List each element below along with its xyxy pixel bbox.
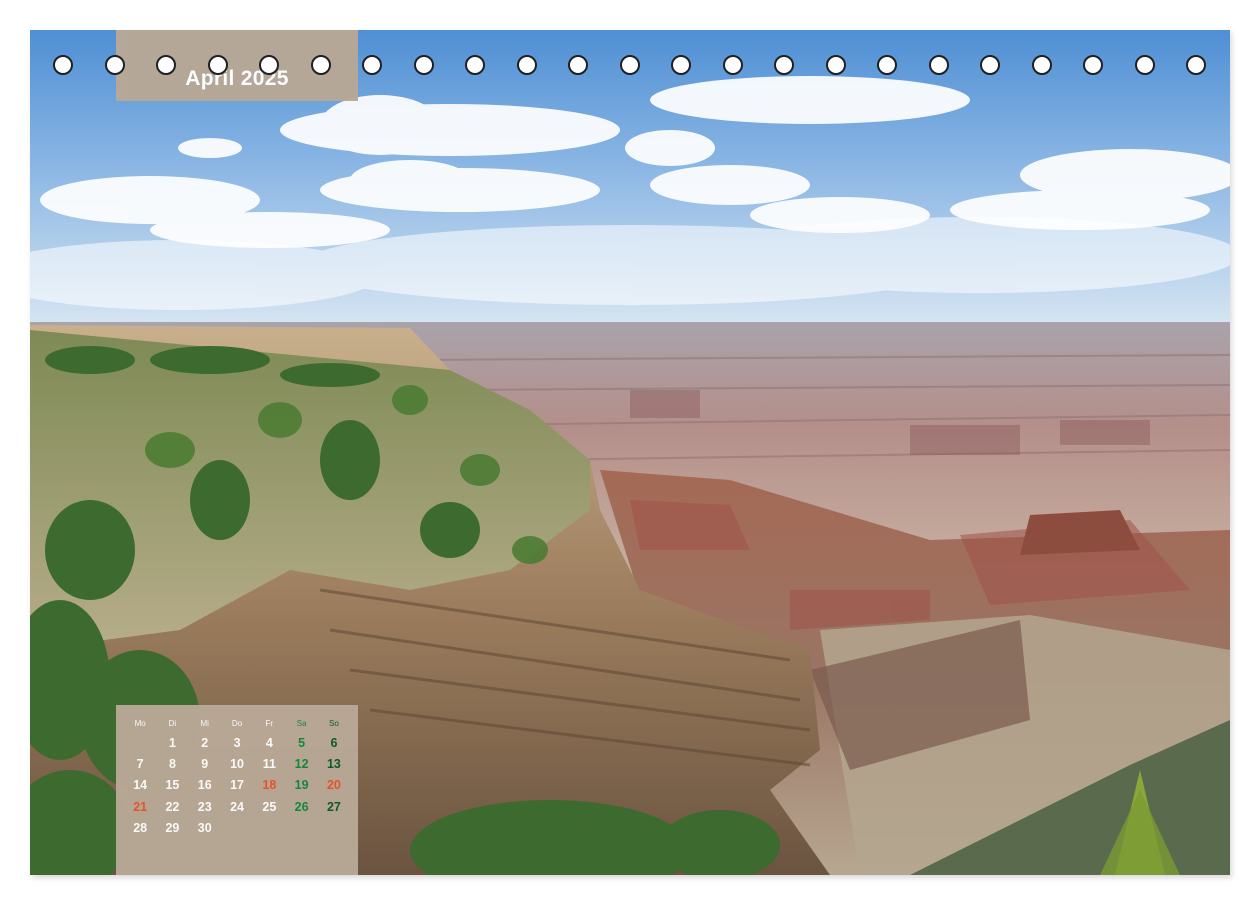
day-cell: 9: [201, 757, 209, 772]
day-cell: 11: [262, 757, 276, 772]
day-cell: 22: [165, 799, 180, 814]
day-cell: 2: [201, 736, 209, 750]
day-cell: 12: [294, 757, 309, 772]
weekday-header: Di: [168, 719, 177, 728]
day-cell: 14: [133, 778, 148, 793]
month-title-panel: April 2025: [116, 30, 358, 101]
day-cell: 1: [168, 736, 176, 750]
day-cell-empty: [124, 735, 156, 756]
month-grid-panel: Mo Di Mi Do Fr Sa So 1 2 3 4 5 6 7 8 9 10 11 12 13 14…: [116, 705, 358, 875]
weekday-header-saturday: Sa: [296, 719, 307, 728]
day-cell: 17: [230, 778, 244, 793]
day-cell: 23: [197, 799, 212, 814]
day-cell: 26: [294, 799, 309, 814]
day-cell: 7: [136, 757, 144, 772]
day-cell: 29: [165, 820, 180, 835]
weekday-header: Mi: [200, 719, 209, 728]
day-cell: 3: [233, 736, 241, 750]
day-cell: 6: [330, 736, 338, 750]
day-cell: 16: [197, 778, 212, 793]
day-cell: 24: [230, 799, 244, 814]
day-cell: 27: [326, 799, 341, 814]
weekday-header: Fr: [265, 719, 274, 728]
day-cell: 5: [298, 736, 306, 750]
day-cell: 30: [197, 820, 212, 835]
day-cell: 19: [294, 778, 309, 793]
weekday-header-sunday: So: [329, 719, 339, 728]
weekday-header: Do: [231, 719, 243, 728]
day-cell: 10: [230, 757, 244, 772]
day-cell: 18: [262, 778, 277, 793]
weekday-header: Mo: [134, 719, 146, 728]
day-cell: 20: [326, 778, 341, 793]
weekday-header-row: Mo Di Mi Do Fr Sa So: [124, 719, 350, 729]
day-cell: 25: [262, 799, 277, 814]
day-cell: 15: [165, 778, 180, 793]
day-grid: 1 2 3 4 5 6 7 8 9 10 11 12 13 14 15 16 17 18 19 20 21 22 23 24 2…: [124, 735, 350, 841]
day-cell: 21: [133, 799, 148, 814]
month-title: April 2025: [185, 67, 289, 90]
day-cell: 4: [265, 736, 273, 750]
day-cell: 13: [326, 757, 341, 772]
calendar-page: April 2025 Mo Di Mi Do Fr Sa So 12345678…: [30, 30, 1230, 875]
day-cell: 8: [168, 757, 176, 772]
day-cell: 28: [133, 820, 148, 835]
